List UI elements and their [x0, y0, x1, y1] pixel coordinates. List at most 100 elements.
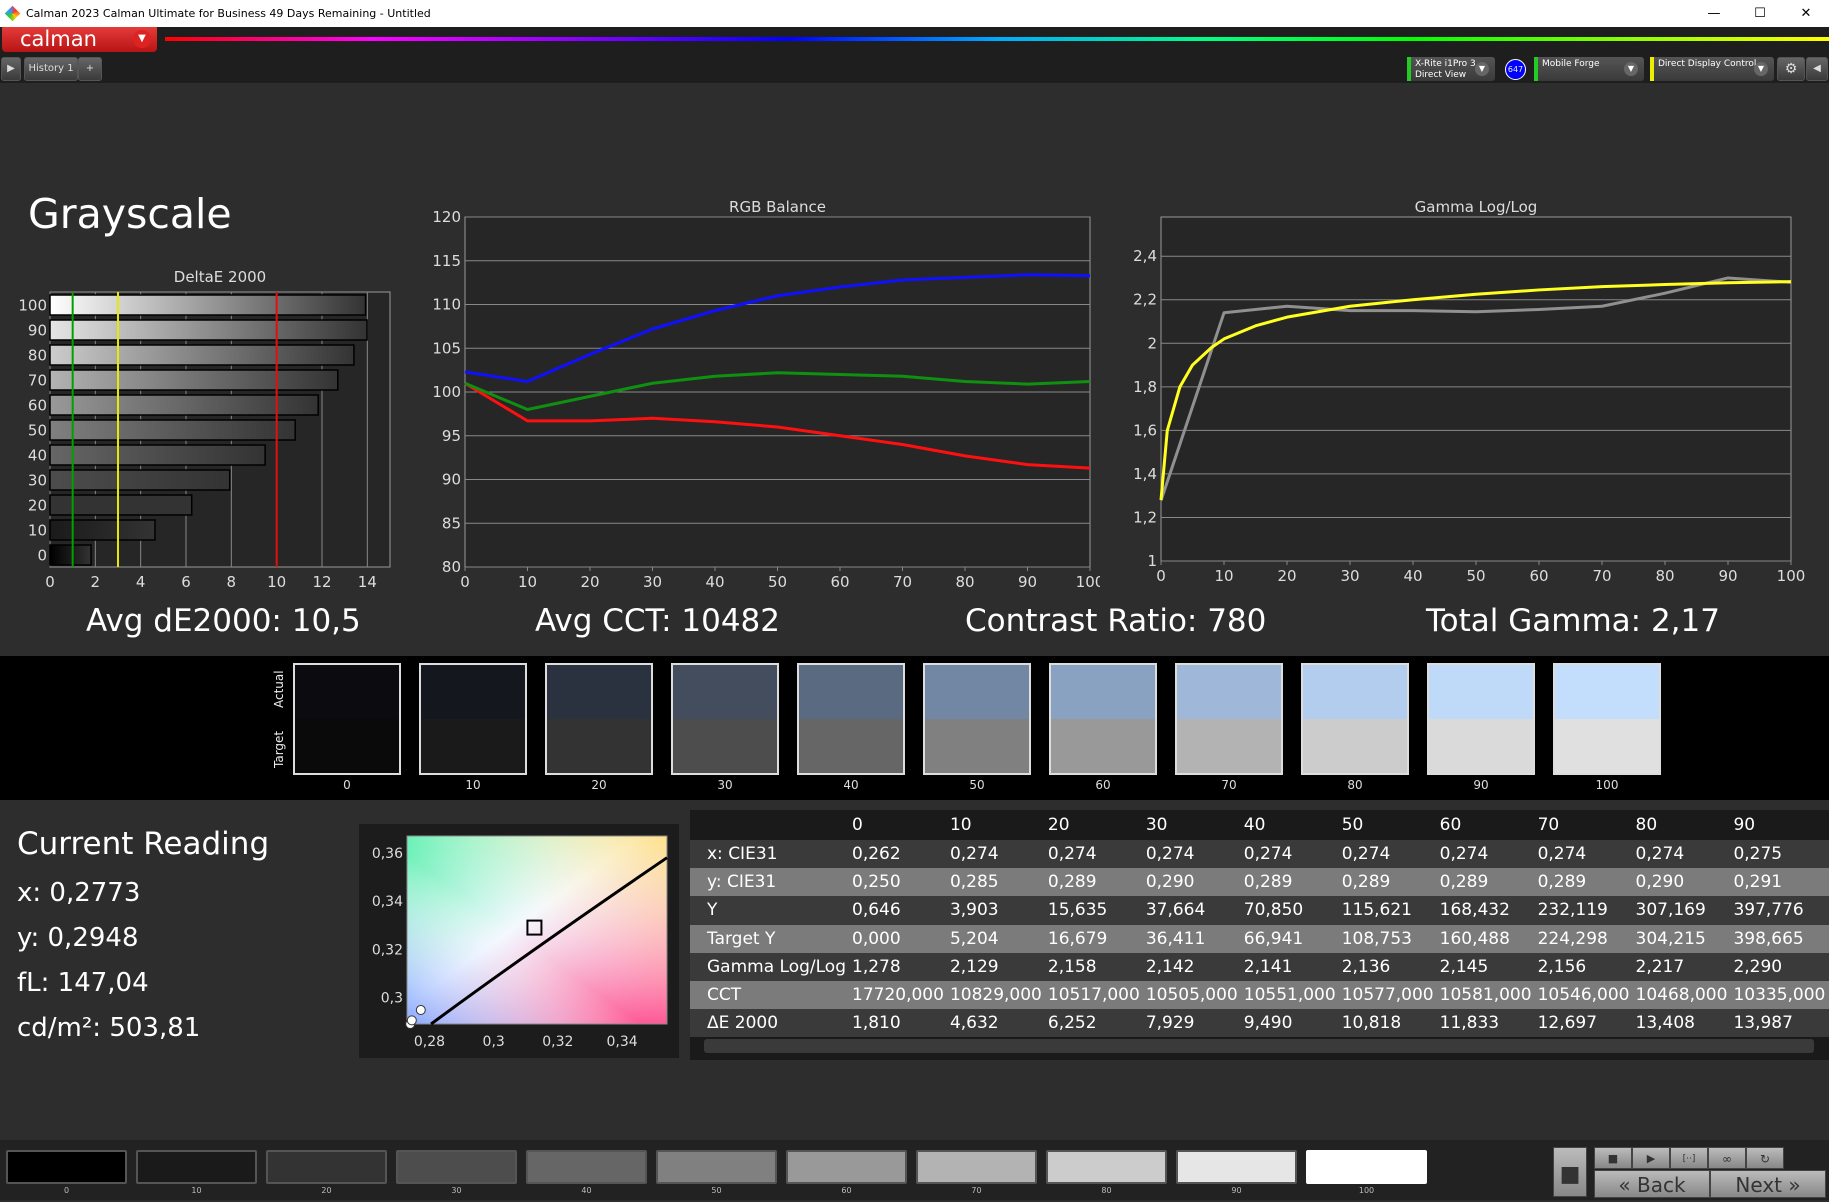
- x-tick-label: 100: [1777, 567, 1806, 585]
- window-title: Calman 2023 Calman Ultimate for Business…: [26, 7, 431, 20]
- patch-label: 100: [1358, 1186, 1375, 1195]
- x-tick-label: 50: [768, 573, 787, 591]
- refresh-icon[interactable]: ↻: [1746, 1147, 1784, 1169]
- swatch-20[interactable]: [545, 663, 653, 775]
- swatch-100[interactable]: [1553, 663, 1661, 775]
- play-icon[interactable]: ▶: [1, 57, 21, 81]
- swatch-0[interactable]: [293, 663, 401, 775]
- swatch-10[interactable]: [419, 663, 527, 775]
- collapse-icon[interactable]: ◀: [1806, 57, 1828, 81]
- measured-point: [406, 1015, 417, 1026]
- add-tab-button[interactable]: +: [78, 57, 102, 81]
- play-icon[interactable]: ▶: [1632, 1147, 1670, 1169]
- table-cell: 0,274: [1629, 840, 1728, 869]
- patch-button-0[interactable]: [6, 1150, 127, 1184]
- patch-button-80[interactable]: [1046, 1150, 1167, 1184]
- back-button[interactable]: « Back: [1594, 1170, 1710, 1198]
- swatch-80[interactable]: [1301, 663, 1409, 775]
- table-row: y: CIE31 0,250 0,285 0,289 0,290 0,289 0,289 0,…: [690, 868, 1829, 897]
- gear-icon[interactable]: ⚙: [1777, 57, 1805, 81]
- source-selector[interactable]: Mobile Forge ▼: [1534, 57, 1644, 81]
- y-tick-label: 90: [442, 471, 461, 489]
- patch-button-90[interactable]: [1176, 1150, 1297, 1184]
- minimize-button[interactable]: —: [1691, 0, 1737, 27]
- x-tick-label: 40: [1403, 567, 1422, 585]
- tab-history-1[interactable]: History 1: [24, 57, 78, 81]
- table-cell: 0,274: [1139, 840, 1238, 869]
- swatch-90[interactable]: [1427, 663, 1535, 775]
- table-cell: 168,432: [1433, 896, 1532, 925]
- bar: [49, 469, 231, 491]
- stop-icon[interactable]: ■: [1594, 1147, 1632, 1169]
- swatch-30[interactable]: [671, 663, 779, 775]
- patch-button-100[interactable]: [1306, 1150, 1427, 1184]
- table-cell: 17720,000: [846, 980, 944, 1010]
- display-selector[interactable]: Direct Display Control ▼: [1650, 57, 1774, 81]
- patch-label: 50: [711, 1186, 722, 1195]
- y-tick-label: 85: [442, 514, 461, 532]
- next-label: Next: [1735, 1173, 1782, 1197]
- swatch-label: 60: [1095, 778, 1111, 792]
- swatch-60[interactable]: [1049, 663, 1157, 775]
- chart-title: RGB Balance: [729, 198, 826, 216]
- patch-button-30[interactable]: [396, 1150, 517, 1184]
- patch-button-70[interactable]: [916, 1150, 1037, 1184]
- chromaticity-overlay: [406, 835, 668, 1025]
- row-label: Target Y: [690, 924, 846, 953]
- table-cell: 0,274: [1237, 840, 1336, 869]
- chevron-left-icon: «: [1618, 1173, 1638, 1197]
- table-cell: 1,278: [846, 952, 944, 981]
- avg-cct-summary: Avg CCT: 10482: [535, 603, 781, 639]
- patch-button-10[interactable]: [136, 1150, 257, 1184]
- calman-menu-button[interactable]: calman ▼: [2, 27, 157, 52]
- column-header: 60: [1433, 810, 1532, 840]
- horizontal-scrollbar[interactable]: [704, 1039, 1814, 1053]
- actual-color: [1429, 665, 1533, 719]
- patch-button-20[interactable]: [266, 1150, 387, 1184]
- x-tick-label: 12: [312, 573, 331, 591]
- column-header: 20: [1041, 810, 1140, 840]
- meter-selector[interactable]: X-Rite i1Pro 3 Direct View ▼: [1407, 57, 1495, 81]
- bar: [49, 369, 339, 391]
- table-cell: 224,298: [1531, 924, 1630, 953]
- swatch-50[interactable]: [923, 663, 1031, 775]
- bar: [49, 394, 319, 416]
- table-cell: 9909,0: [1825, 980, 1829, 1010]
- x-tick-label: 100: [1076, 573, 1100, 591]
- table-cell: 2,217: [1629, 952, 1728, 981]
- target-color: [295, 719, 399, 773]
- y-tick-label: 0,34: [372, 894, 403, 910]
- measure-icon[interactable]: [··]: [1670, 1147, 1708, 1169]
- x-tick-label: 4: [136, 573, 146, 591]
- y-tick-label: 1,4: [1133, 465, 1157, 483]
- data-table: 0102030405060708090100x: CIE310,2620,274…: [690, 810, 1829, 1038]
- table-cell: 232,119: [1531, 896, 1630, 925]
- stop-large-button[interactable]: ■: [1553, 1147, 1587, 1197]
- x-tick-label: 0,34: [606, 1034, 637, 1050]
- table-header: 0102030405060708090100: [690, 810, 1829, 840]
- table-cell: 10517,000: [1041, 980, 1140, 1010]
- close-button[interactable]: ✕: [1783, 0, 1829, 27]
- swatch-70[interactable]: [1175, 663, 1283, 775]
- loop-icon[interactable]: ∞: [1708, 1147, 1746, 1169]
- table-row: ΔE 2000 1,810 4,632 6,252 7,929 9,490 10,818 11…: [690, 1009, 1829, 1038]
- table-cell: 10551,000: [1237, 980, 1336, 1010]
- actual-color: [547, 665, 651, 719]
- row-label: Gamma Log/Log: [690, 952, 846, 981]
- x-tick-label: 70: [1592, 567, 1611, 585]
- meter-badge[interactable]: 647: [1505, 59, 1526, 80]
- patch-button-40[interactable]: [526, 1150, 647, 1184]
- swatch-label: 20: [591, 778, 607, 792]
- swatch-40[interactable]: [797, 663, 905, 775]
- table-cell: 503,81: [1825, 896, 1829, 925]
- patch-button-50[interactable]: [656, 1150, 777, 1184]
- table-cell: 0,274: [1433, 840, 1532, 869]
- maximize-button[interactable]: ☐: [1737, 0, 1783, 27]
- patch-button-60[interactable]: [786, 1150, 907, 1184]
- table-row: x: CIE31 0,262 0,274 0,274 0,274 0,274 0,274 0,…: [690, 840, 1829, 869]
- x-tick-label: 30: [643, 573, 662, 591]
- table-row: Y 0,646 3,903 15,635 37,664 70,850 115,621 168,…: [690, 896, 1829, 925]
- table-row: Gamma Log/Log 1,278 2,129 2,158 2,142 2,141 2,…: [690, 952, 1829, 981]
- next-button[interactable]: Next »: [1710, 1170, 1826, 1198]
- column-header: 0: [846, 810, 944, 840]
